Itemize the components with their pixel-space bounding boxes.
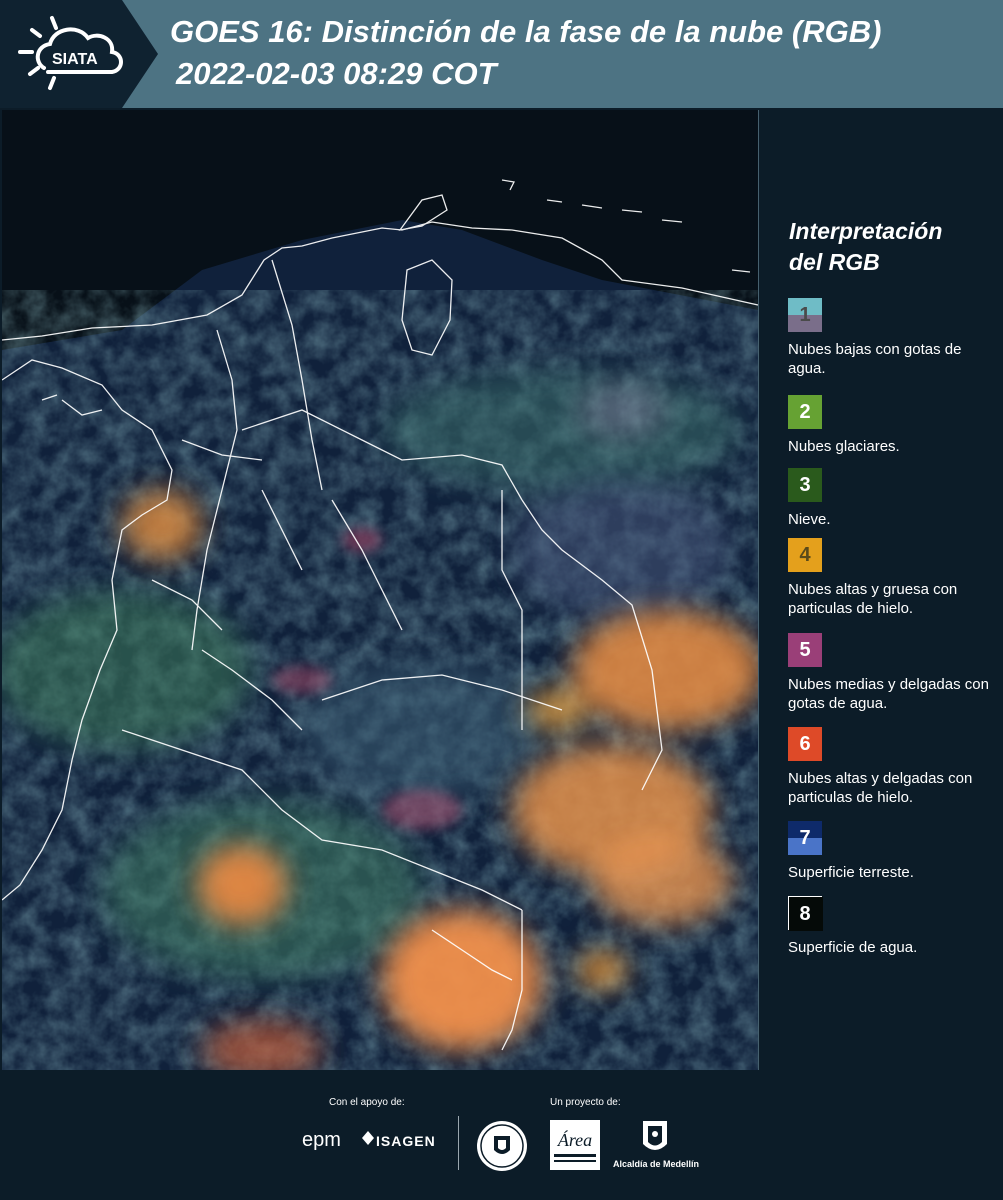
- legend-label-1: Nubes bajas con gotas de agua.: [788, 341, 962, 377]
- legend-number-5: 5: [799, 639, 811, 661]
- legend-swatch-2: 2: [788, 395, 822, 429]
- legend-item-8: 8 Superficie de agua.: [788, 896, 1002, 957]
- legend-title-line1: Interpretación: [789, 218, 943, 244]
- legend-panel: Interpretación del RGB 1 Nubes bajas con…: [760, 110, 1003, 1070]
- page-title: GOES 16: Distinción de la fase de la nub…: [170, 14, 882, 49]
- legend-item-2: 2 Nubes glaciares.: [788, 395, 1002, 456]
- legend-item-3: 3 Nieve.: [788, 468, 1002, 529]
- legend-label-8: Superficie de agua.: [788, 939, 918, 956]
- isagen-logo: ISAGEN: [376, 1133, 436, 1149]
- legend-item-7: 7 Superficie terreste.: [788, 821, 1002, 882]
- legend-swatch-1: 1: [788, 298, 822, 332]
- page-timestamp: 2022-02-03 08:29 COT: [176, 56, 497, 91]
- support-label: Con el apoyo de:: [329, 1097, 405, 1108]
- footer-divider: [458, 1116, 459, 1170]
- area-logo-text: Área: [557, 1129, 592, 1150]
- isagen-icon: [362, 1131, 374, 1145]
- legend-number-4: 4: [799, 544, 811, 566]
- satellite-image: [2, 110, 758, 1070]
- area-metropolitana-logo: Área: [550, 1120, 600, 1170]
- legend-number-2: 2: [799, 401, 811, 423]
- legend-label-5: Nubes medias y delgadas con gotas de agu…: [788, 676, 989, 712]
- legend-item-6: 6 Nubes altas y delgadas con particulas …: [788, 727, 1002, 807]
- siata-logo: SIATA: [18, 16, 123, 90]
- header: SIATA GOES 16: Distinción de la fase de …: [0, 0, 1003, 108]
- legend-number-7: 7: [799, 827, 811, 849]
- legend-swatch-8: 8: [788, 896, 823, 931]
- legend-label-3: Nieve.: [788, 511, 831, 528]
- legend-swatch-4: 4: [788, 538, 822, 572]
- legend-label-6: Nubes altas y delgadas con particulas de…: [788, 770, 973, 806]
- legend-number-6: 6: [799, 733, 811, 755]
- epm-logo: epm: [302, 1129, 341, 1151]
- footer: Con el apoyo de: Un proyecto de: epm ISA…: [0, 1070, 1003, 1200]
- siata-logo-text: SIATA: [52, 51, 98, 68]
- legend-item-5: 5 Nubes medias y delgadas con gotas de a…: [788, 633, 1002, 713]
- legend-label-4: Nubes altas y gruesa con particulas de h…: [788, 581, 958, 617]
- legend-item-4: 4 Nubes altas y gruesa con particulas de…: [788, 538, 1002, 618]
- legend-swatch-7: 7: [788, 821, 822, 855]
- alcaldia-label: Alcaldía de Medellín: [613, 1159, 700, 1169]
- alcaldia-shield-icon: [643, 1121, 667, 1150]
- satellite-map: [2, 110, 759, 1070]
- legend-swatch-3: 3: [788, 468, 822, 502]
- legend-swatch-6: 6: [788, 727, 822, 761]
- legend-item-1: 1 Nubes bajas con gotas de agua.: [788, 298, 1002, 378]
- legend-number-1: 1: [799, 304, 811, 326]
- legend-label-7: Superficie terreste.: [788, 864, 914, 881]
- legend-number-3: 3: [799, 474, 811, 496]
- university-seal-icon: [477, 1121, 527, 1171]
- legend-number-8: 8: [799, 903, 811, 925]
- legend-label-2: Nubes glaciares.: [788, 438, 900, 455]
- legend-swatch-5: 5: [788, 633, 822, 667]
- project-label: Un proyecto de:: [550, 1097, 621, 1108]
- legend-title-line2: del RGB: [789, 249, 880, 275]
- legend-title: Interpretación del RGB: [789, 216, 999, 278]
